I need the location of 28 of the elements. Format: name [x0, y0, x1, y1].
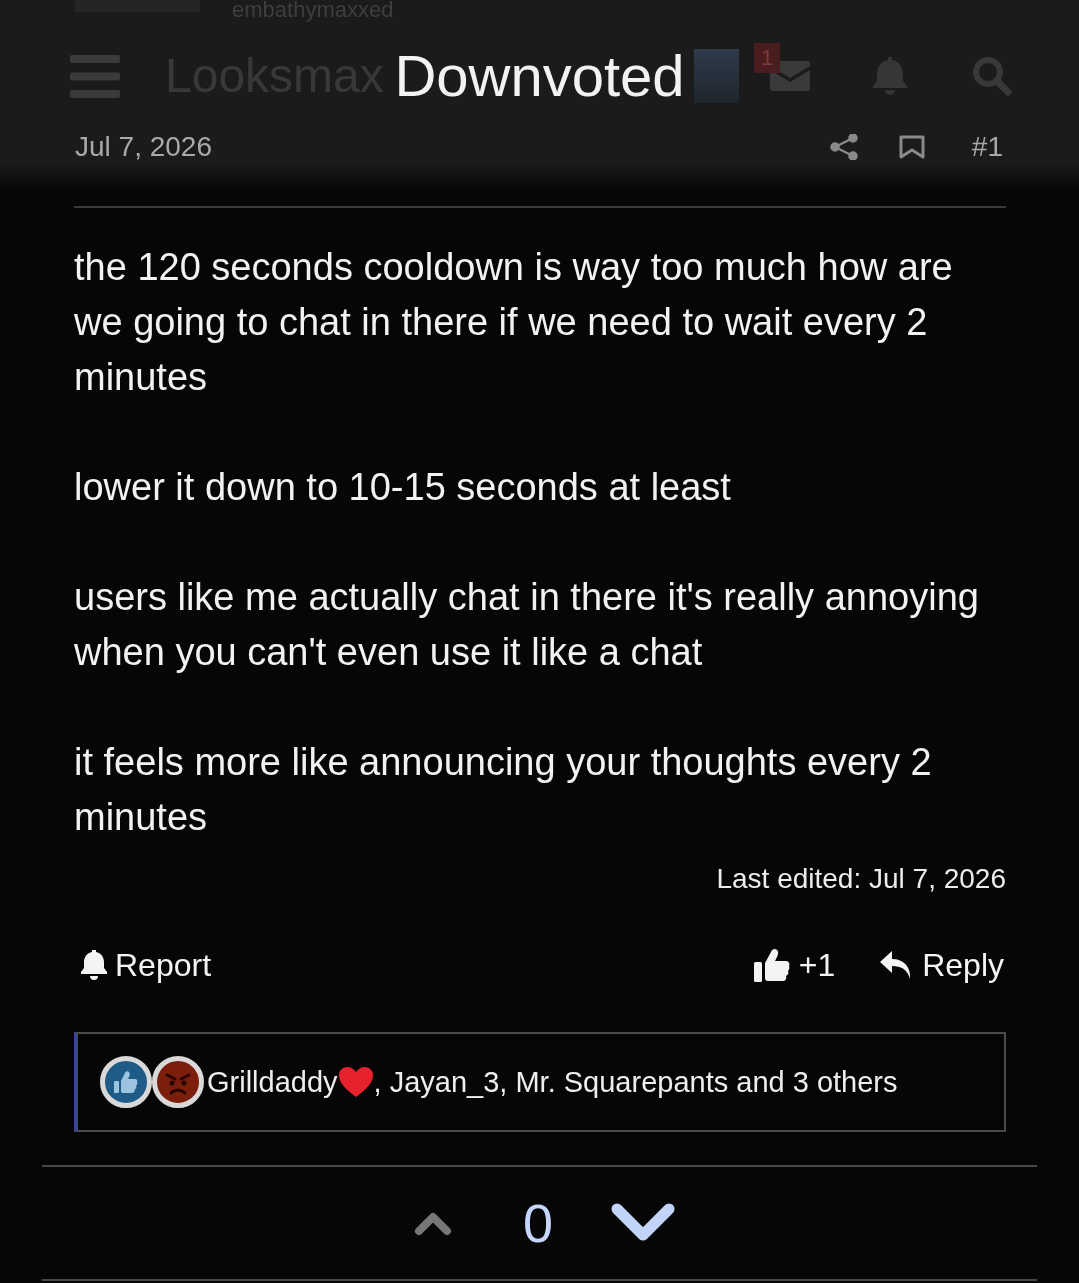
- search-icon[interactable]: [972, 56, 1012, 96]
- thumbs-up-reaction-icon: [100, 1056, 152, 1108]
- reply-button[interactable]: Reply: [879, 945, 1004, 985]
- post-paragraph: lower it down to 10-15 seconds at least: [74, 465, 732, 510]
- post-number[interactable]: #1: [971, 130, 1003, 163]
- angry-face-reaction-icon: [152, 1056, 204, 1108]
- bell-icon[interactable]: [872, 56, 908, 96]
- user-link[interactable]: Grilldaddy: [207, 1064, 338, 1100]
- share-icon[interactable]: [828, 133, 859, 160]
- last-edited-note: Last edited: Jul 7, 2026: [716, 862, 1006, 896]
- report-button[interactable]: Report: [80, 945, 212, 985]
- vote-score: 0: [523, 1193, 554, 1253]
- thumbs-up-icon: [753, 948, 790, 982]
- bookmark-icon[interactable]: [898, 134, 925, 159]
- like-button[interactable]: +1: [753, 945, 836, 985]
- menu-icon[interactable]: [70, 54, 120, 98]
- post-date[interactable]: Jul 7, 2026: [75, 130, 212, 163]
- photo-placeholder[interactable]: [694, 49, 739, 103]
- post-paragraph: users like me actually chat in there it's really annoying when you can't even use it like a chat: [74, 575, 980, 675]
- reaction-summary[interactable]: , Jayan_3, Mr. Squarepants and 3 others: [373, 1064, 898, 1100]
- post-paragraph: it feels more like announcing your thoughts every 2 minutes: [74, 740, 933, 840]
- upvote-chevron-icon[interactable]: [414, 1210, 452, 1236]
- reactions-bar[interactable]: Grilldaddy , Jayan_3, Mr. Squarepants and 3 others: [74, 1032, 1006, 1132]
- post-paragraph: the 120 seconds cooldown is way too much how are we going to chat in there if we need to wait every 2 minutes: [74, 245, 954, 400]
- bell-icon: [80, 949, 108, 981]
- toast-message: Downvoted: [394, 43, 685, 109]
- heart-icon: [337, 1066, 374, 1098]
- downvote-chevron-icon[interactable]: [611, 1203, 676, 1243]
